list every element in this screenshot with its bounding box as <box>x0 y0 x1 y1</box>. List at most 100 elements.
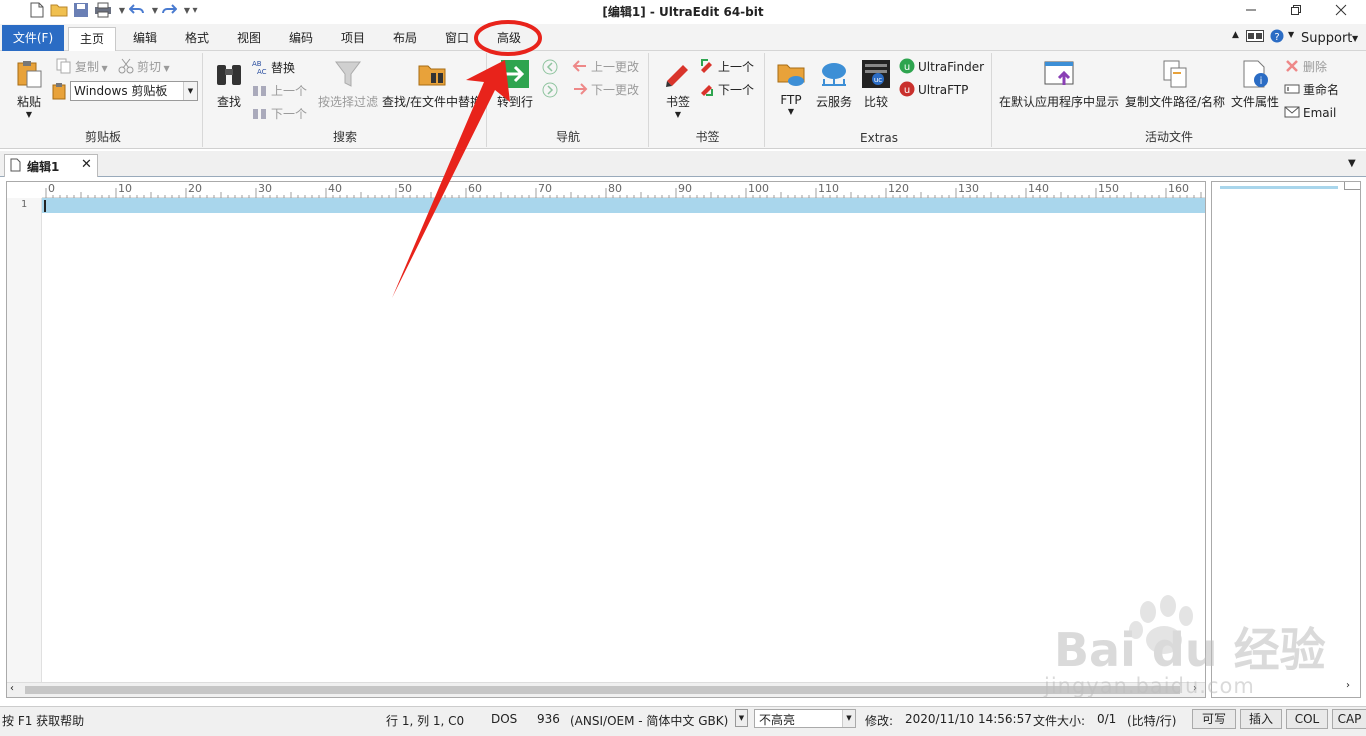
ftp-dropdown-icon[interactable]: ▼ <box>771 107 811 116</box>
prev-change-button[interactable]: 上一更改 <box>572 57 639 77</box>
find-next-button[interactable]: 下一个 <box>252 104 307 124</box>
svg-text:i: i <box>1260 76 1263 87</box>
find-next-label: 下一个 <box>271 107 308 121</box>
find-button[interactable]: 查找 <box>208 59 250 110</box>
customize-icon[interactable]: ▾ <box>186 2 204 20</box>
file-properties-button[interactable]: i 文件属性 <box>1228 59 1282 110</box>
find-prev-button[interactable]: 上一个 <box>252 81 307 101</box>
find-in-files-button[interactable]: 查找/在文件中替换 <box>378 59 486 110</box>
print-icon[interactable] <box>94 2 112 20</box>
delete-file-button[interactable]: 删除 <box>1284 57 1327 77</box>
prev-change-icon <box>572 60 586 72</box>
copy-button[interactable]: 复制 ▼ <box>56 57 108 77</box>
filter-selection-button[interactable]: 按选择过滤 <box>312 59 384 110</box>
insert-toggle[interactable]: 插入 <box>1240 709 1282 729</box>
clipboard-select-value: Windows 剪贴板 <box>74 84 168 98</box>
highlight-select[interactable]: 不高亮 ▼ <box>754 709 856 728</box>
copy-path-icon <box>1163 60 1187 88</box>
find-prev-icon <box>253 86 266 96</box>
tab-format[interactable]: 格式 <box>176 27 218 51</box>
paste-dropdown-icon[interactable]: ▼ <box>8 110 50 119</box>
close-button[interactable] <box>1318 0 1364 24</box>
tab-window[interactable]: 窗口 <box>436 27 478 51</box>
bookmark-next-button[interactable]: 下一个 <box>699 80 754 100</box>
binoculars-icon <box>217 65 241 85</box>
editor-pane[interactable]: 0 10 20 30 40 50 60 70 80 90 100 110 120 130 140 150 160… <box>6 181 1206 698</box>
group-navigate: 转到行 上一更改 下一更改 导航 <box>488 53 649 147</box>
encoding-dropdown-icon[interactable]: ▼ <box>735 709 748 727</box>
copy-icon <box>56 58 71 74</box>
panel-scroll-right-icon[interactable]: › <box>1346 680 1350 691</box>
cut-button[interactable]: 剪切 ▼ <box>118 57 170 77</box>
paste-button[interactable]: 粘贴 ▼ <box>8 59 50 119</box>
col-mode-toggle[interactable]: COL <box>1286 709 1328 729</box>
status-modified-time: 2020/11/10 14:56:57 <box>905 712 1032 726</box>
panel-splitter[interactable] <box>1344 182 1360 190</box>
tab-project[interactable]: 项目 <box>332 27 374 51</box>
rename-file-button[interactable]: 重命名 <box>1284 80 1339 100</box>
tab-coding[interactable]: 编码 <box>280 27 322 51</box>
find-label: 查找 <box>216 95 241 109</box>
tab-list-dropdown-icon[interactable]: ▼ <box>1348 158 1356 169</box>
tab-layout[interactable]: 布局 <box>384 27 426 51</box>
copy-path-button[interactable]: 复制文件路径/名称 <box>1122 59 1228 110</box>
clipboard-select-arrow-icon[interactable]: ▼ <box>183 82 197 100</box>
help-icon[interactable]: ? <box>1270 29 1284 46</box>
svg-text:?: ? <box>1274 32 1279 43</box>
show-in-default-app-button[interactable]: 在默认应用程序中显示 <box>998 59 1120 110</box>
tab-edit[interactable]: 编辑 <box>124 27 166 51</box>
group-search: 查找 AB AC 替换 上一个 下一个 按选择过滤 查找/在文件中替换 搜索 <box>204 53 487 147</box>
clipboard-select[interactable]: Windows 剪贴板 ▼ <box>70 81 198 101</box>
help-dropdown-icon[interactable]: ▼ <box>1288 30 1294 39</box>
highlight-dropdown-icon[interactable]: ▼ <box>842 710 855 727</box>
ribbon-layout-icon[interactable] <box>1246 30 1264 45</box>
maximize-button[interactable] <box>1273 0 1319 24</box>
filter-icon <box>335 61 361 87</box>
current-line-highlight[interactable] <box>42 198 1205 213</box>
scroll-left-icon[interactable]: ‹ <box>10 683 14 694</box>
tab-home[interactable]: 主页 <box>68 27 116 52</box>
tab-view[interactable]: 视图 <box>228 27 270 51</box>
ultraftp-label: UltraFTP <box>918 83 969 97</box>
goto-line-button[interactable]: 转到行 <box>492 59 538 110</box>
support-dropdown-icon[interactable]: ▼ <box>1352 34 1358 43</box>
tab-advanced[interactable]: 高级 <box>488 27 530 51</box>
undo-icon[interactable] <box>128 2 146 20</box>
replace-button[interactable]: AB AC 替换 <box>252 58 295 78</box>
window-title: [编辑1] - UltraEdit 64-bit <box>602 5 764 19</box>
tab-file[interactable]: 文件(F) <box>2 25 64 51</box>
bookmark-prev-button[interactable]: 上一个 <box>699 57 754 77</box>
ftp-button[interactable]: FTP ▼ <box>771 59 811 116</box>
collapse-ribbon-icon[interactable]: ▲ <box>1232 30 1239 40</box>
status-encoding[interactable]: (ANSI/OEM - 简体中文 GBK) <box>570 712 728 729</box>
nav-back-icon[interactable] <box>542 59 558 78</box>
ultrafinder-button[interactable]: u UltraFinder <box>899 57 984 77</box>
save-icon[interactable] <box>72 2 90 20</box>
new-file-icon[interactable] <box>28 2 46 20</box>
minimize-button[interactable] <box>1228 0 1274 24</box>
close-tab-icon[interactable]: ✕ <box>81 157 92 172</box>
email-file-button[interactable]: Email <box>1284 103 1336 123</box>
bookmark-button[interactable]: 书签 ▼ <box>655 59 701 119</box>
cloud-services-button[interactable]: 云服务 <box>813 59 855 110</box>
compare-button[interactable]: uc 比较 <box>857 59 895 110</box>
redo-icon[interactable] <box>160 2 178 20</box>
writable-toggle[interactable]: 可写 <box>1192 709 1236 729</box>
nav-forward-icon[interactable] <box>542 82 558 101</box>
ultraftp-button[interactable]: u UltraFTP <box>899 80 968 100</box>
goto-line-label: 转到行 <box>496 95 533 109</box>
support-menu[interactable]: Support <box>1301 31 1352 46</box>
next-change-button[interactable]: 下一更改 <box>572 80 639 100</box>
svg-text:AC: AC <box>257 68 267 75</box>
horizontal-scrollbar[interactable]: ‹ › <box>7 682 1205 697</box>
scrollbar-thumb[interactable] <box>25 686 1180 694</box>
group-bookmarks: 书签 ▼ 上一个 下一个 书签 <box>651 53 765 147</box>
text-caret <box>44 200 46 212</box>
status-codepage: 936 <box>537 712 560 726</box>
ruler-label: 60 <box>468 182 482 195</box>
goto-arrow-icon <box>501 60 529 88</box>
open-folder-icon[interactable] <box>50 2 68 20</box>
document-tab[interactable]: 编辑1 ✕ <box>4 154 98 177</box>
bookmark-dropdown-icon[interactable]: ▼ <box>655 110 701 119</box>
status-line-ending[interactable]: DOS <box>491 712 517 726</box>
